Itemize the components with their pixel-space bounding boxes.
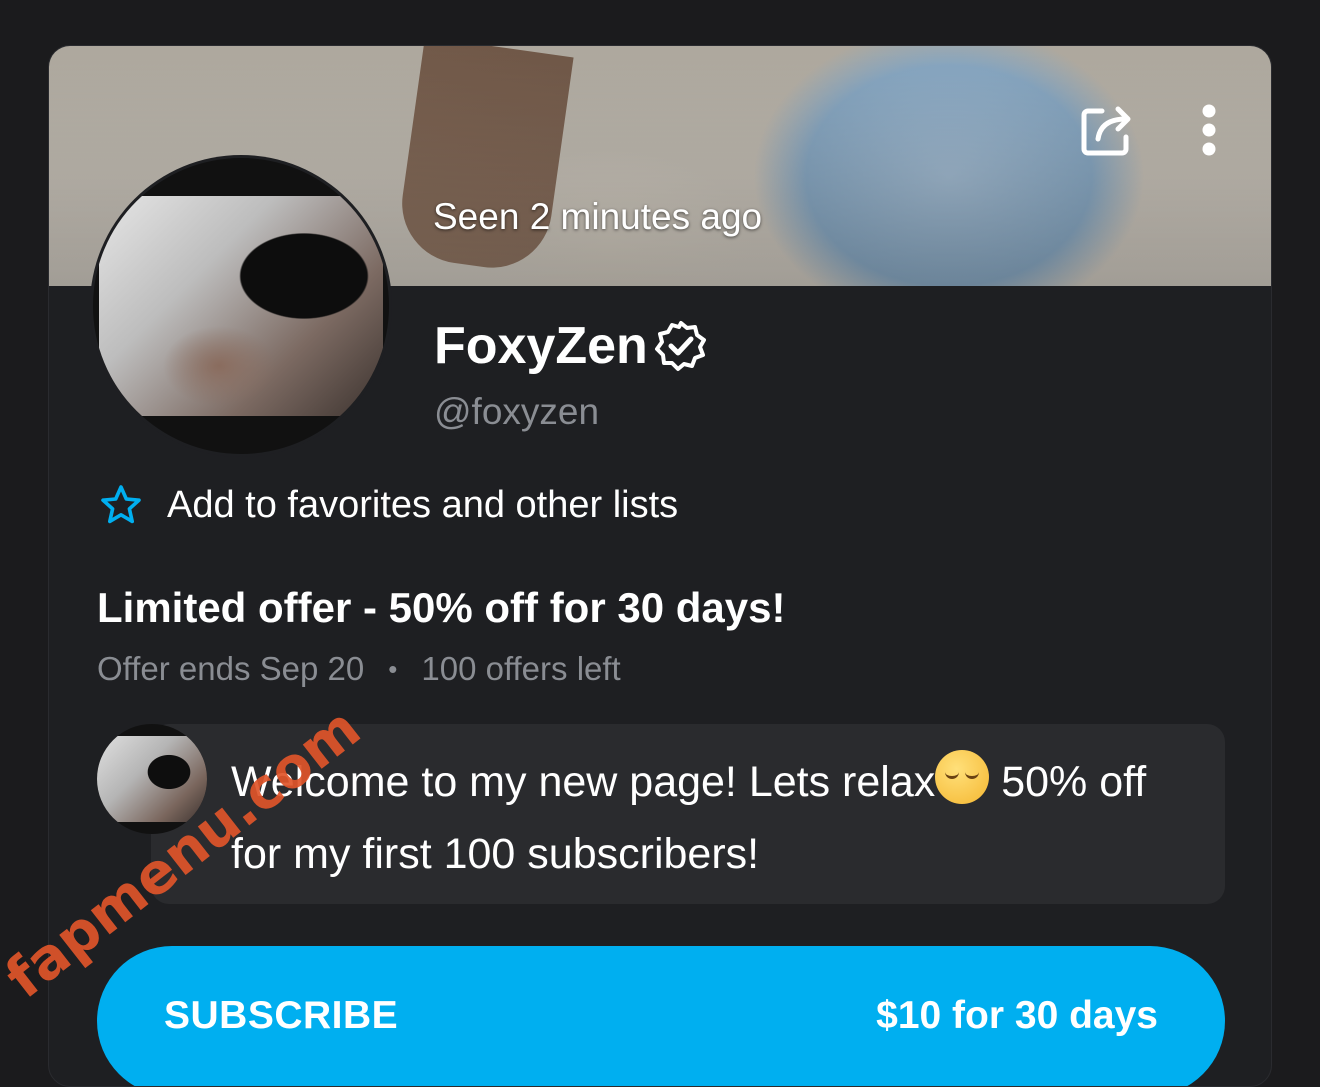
add-to-favorites-button[interactable]: Add to favorites and other lists xyxy=(99,483,678,527)
subscribe-label: SUBSCRIBE xyxy=(164,994,399,1037)
share-icon xyxy=(1081,106,1131,156)
avatar-photo xyxy=(99,196,383,416)
subscribe-button[interactable]: SUBSCRIBE $10 for 30 days xyxy=(97,946,1225,1086)
meta-separator: • xyxy=(388,653,398,684)
share-button[interactable] xyxy=(1075,98,1139,162)
profile-card: Seen 2 minutes ago FoxyZen @foxyzen Add … xyxy=(48,45,1272,1087)
offer-title: Limited offer - 50% off for 30 days! xyxy=(97,584,786,631)
name-row: FoxyZen xyxy=(434,316,708,376)
more-vertical-icon xyxy=(1202,104,1216,156)
relieved-face-emoji xyxy=(935,750,990,804)
last-seen-status: Seen 2 minutes ago xyxy=(433,196,763,237)
verified-badge-icon xyxy=(654,321,706,371)
more-options-button[interactable] xyxy=(1177,98,1241,162)
offer-meta: Offer ends Sep 20 • 100 offers left xyxy=(97,650,621,688)
welcome-message-text: Welcome to my new page! Lets relax 50% o… xyxy=(231,746,1191,890)
avatar[interactable] xyxy=(93,158,389,454)
offer-end-date: Offer ends Sep 20 xyxy=(97,650,365,687)
subscribe-price: $10 for 30 days xyxy=(876,994,1158,1037)
star-outline-icon xyxy=(101,485,141,524)
display-name: FoxyZen xyxy=(434,317,648,375)
user-handle: @foxyzen xyxy=(434,391,600,432)
favorites-label: Add to favorites and other lists xyxy=(167,483,679,526)
offers-remaining: 100 offers left xyxy=(421,650,621,687)
